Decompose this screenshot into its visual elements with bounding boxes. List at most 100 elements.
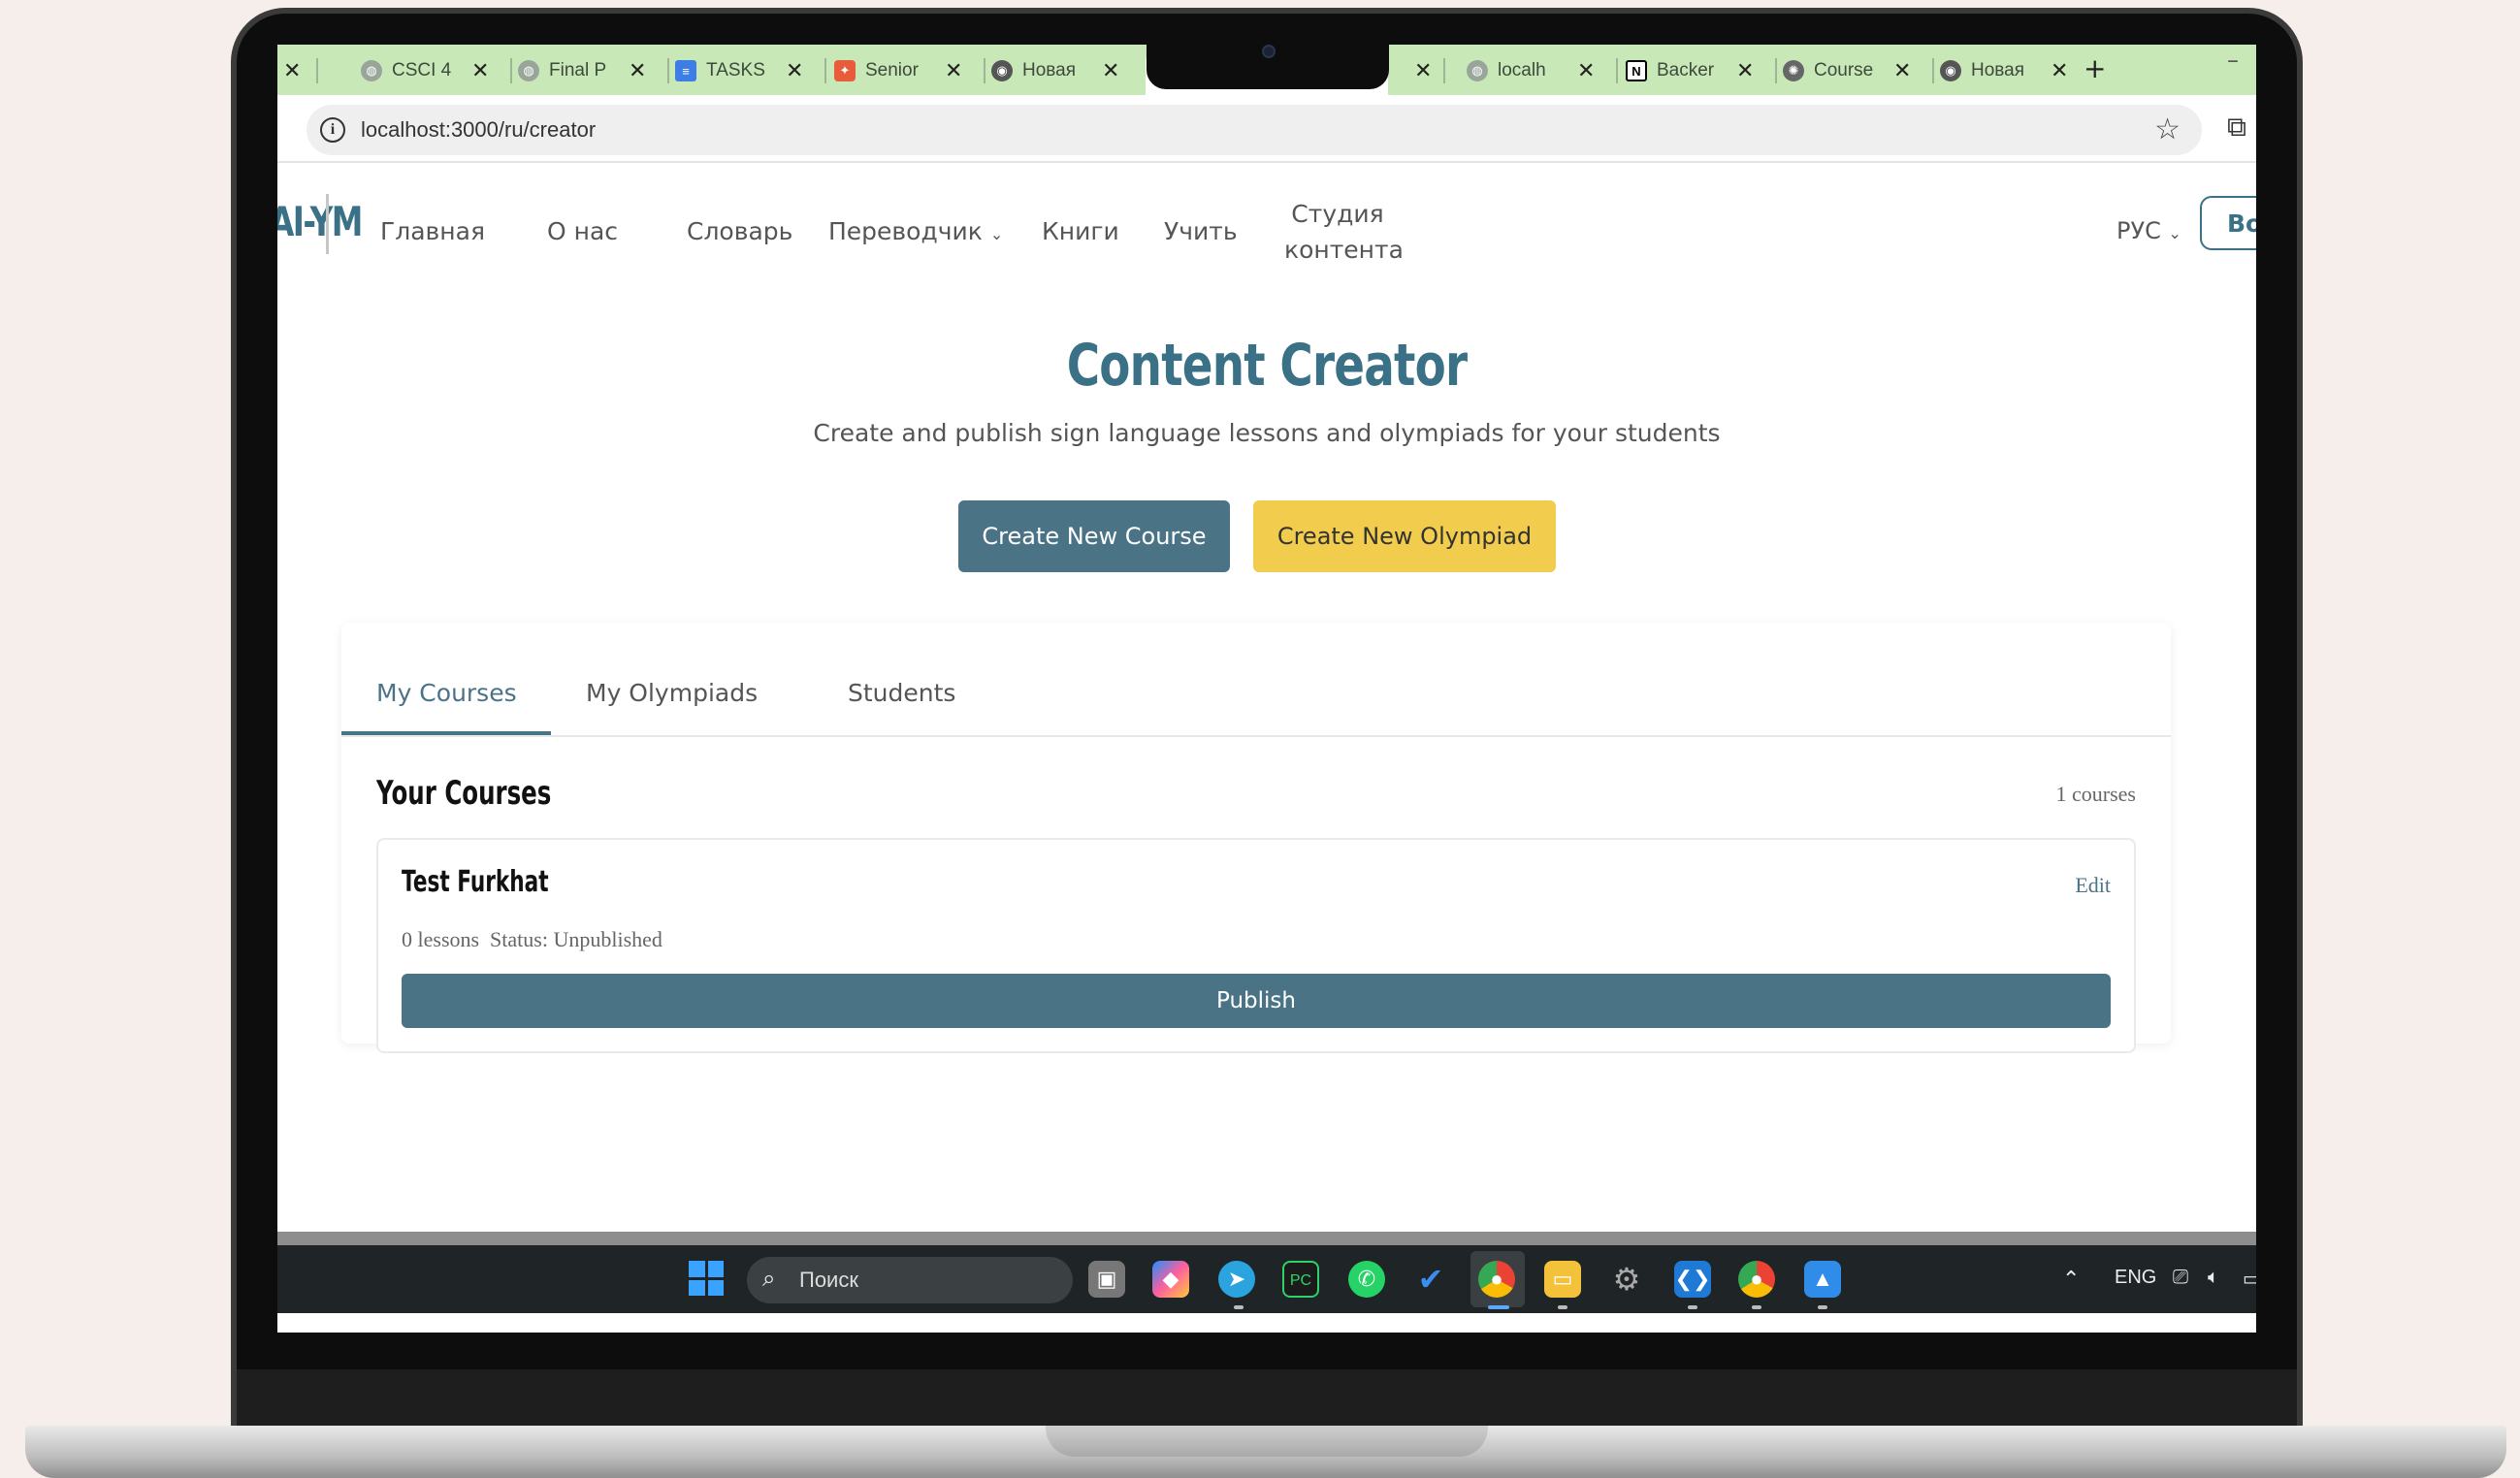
extensions-icon[interactable]: ⧉ (2227, 111, 2246, 144)
nav-about[interactable]: О нас (547, 217, 618, 245)
edit-course-link[interactable]: Edit (2075, 873, 2111, 898)
course-card: Test Furkhat Edit 0 lessons Status: Unpu… (376, 838, 2136, 1053)
tab-title: CSCI 4 (392, 60, 452, 80)
browser-tab[interactable]: ≡ TASKS ✕ (675, 52, 803, 89)
search-icon: ⌕ (762, 1265, 776, 1292)
logo-divider (326, 194, 329, 254)
pycharm-icon[interactable]: PC (1282, 1261, 1319, 1298)
new-tab-button[interactable]: + (2084, 52, 2106, 84)
tray-chevron-up-icon[interactable]: ⌃ (2062, 1267, 2080, 1292)
tab-separator (984, 58, 985, 83)
close-icon[interactable]: ✕ (629, 58, 646, 83)
tab-title: Новая (1022, 60, 1077, 80)
browser-tab[interactable]: ✕ (277, 52, 301, 89)
browser-tab[interactable]: ◍ Final P ✕ (518, 52, 646, 89)
url-text[interactable]: localhost:3000/ru/creator (361, 117, 596, 143)
browser-tab[interactable]: ✦ Senior ✕ (834, 52, 962, 89)
minimize-icon[interactable]: – (2227, 47, 2239, 74)
tab-my-courses[interactable]: My Courses (376, 679, 517, 707)
browser-tab[interactable]: N Backer ✕ (1626, 52, 1754, 89)
page-title: Content Creator (1066, 332, 1468, 400)
whatsapp-icon[interactable]: ✆ (1348, 1261, 1385, 1298)
browser-tab[interactable]: ✺ Course ✕ (1783, 52, 1911, 89)
browser-tab[interactable]: ✕ (1408, 52, 1432, 89)
browser-tab[interactable]: ◍ localh ✕ (1467, 52, 1595, 89)
tab-separator (1616, 58, 1618, 83)
create-olympiad-button[interactable]: Create New Olympiad (1253, 500, 1556, 572)
close-icon[interactable]: ✕ (1893, 58, 1911, 83)
laptop-bezel (237, 1369, 2297, 1433)
windows-start-icon[interactable] (689, 1261, 724, 1296)
photos-icon[interactable]: ▲ (1804, 1261, 1841, 1298)
volume-icon[interactable]: 🔈︎ (2208, 1267, 2219, 1289)
address-bar-row: i localhost:3000/ru/creator ☆ ⧉ (277, 95, 2256, 163)
tab-title: Final P (549, 60, 607, 80)
tab-separator (1443, 58, 1445, 83)
tab-separator (824, 58, 826, 83)
close-icon[interactable]: ✕ (1102, 58, 1119, 83)
bookmark-star-icon[interactable]: ☆ (2154, 112, 2181, 146)
creator-panel: My Courses My Olympiads Students Your Co… (341, 623, 2171, 1053)
publish-button[interactable]: Publish (402, 974, 2111, 1028)
close-icon[interactable]: ✕ (1577, 58, 1595, 83)
chrome-profile-icon[interactable]: ● (1738, 1261, 1775, 1298)
tab-students[interactable]: Students (848, 679, 955, 707)
close-icon[interactable]: ✕ (2051, 58, 2068, 83)
nav-translator[interactable]: Переводчик ⌄ (828, 217, 1003, 245)
todo-icon[interactable]: ✔ (1412, 1261, 1449, 1298)
nav-studio-line2: контента (1284, 236, 1404, 264)
close-icon[interactable]: ✕ (471, 58, 489, 83)
nav-translator-label: Переводчик (828, 217, 983, 245)
chrome-icon: ◉ (1940, 60, 1961, 81)
site-info-icon[interactable]: i (320, 117, 345, 143)
language-select[interactable]: РУС ⌄ (2116, 217, 2181, 244)
close-icon[interactable]: ✕ (283, 58, 301, 83)
settings-gear-icon[interactable]: ⚙ (1608, 1261, 1645, 1298)
battery-icon[interactable]: ▭ (2243, 1267, 2256, 1291)
tab-separator (667, 58, 669, 83)
tab-separator (316, 58, 318, 83)
create-course-button[interactable]: Create New Course (958, 500, 1230, 572)
network-icon[interactable]: ⎚ (2173, 1267, 2188, 1289)
nav-home[interactable]: Главная (380, 217, 485, 245)
page-subtitle: Create and publish sign language lessons… (813, 419, 1721, 447)
telegram-icon[interactable]: ➤ (1218, 1261, 1255, 1298)
taskbar-divider (277, 1232, 2256, 1245)
running-indicator (1558, 1305, 1567, 1309)
address-bar[interactable]: i localhost:3000/ru/creator ☆ (307, 105, 2202, 155)
running-indicator (1752, 1305, 1761, 1309)
browser-tab[interactable]: ◍ CSCI 4 ✕ (361, 52, 489, 89)
nav-dictionary[interactable]: Словарь (687, 217, 792, 245)
taskbar-search[interactable]: ⌕ Поиск (747, 1257, 1073, 1303)
panel-tabs: My Courses My Olympiads Students (341, 623, 2171, 737)
close-icon[interactable]: ✕ (786, 58, 803, 83)
running-indicator (1488, 1305, 1509, 1309)
task-view-icon[interactable]: ▣ (1088, 1261, 1125, 1298)
copilot-icon[interactable]: ◆ (1152, 1261, 1189, 1298)
chevron-down-icon: ⌄ (989, 225, 1004, 243)
site-logo[interactable]: AI-YM (277, 198, 363, 245)
browser-tab[interactable]: ◉ Новая ✕ (991, 52, 1119, 89)
nav-content-studio[interactable]: Студия контента (1284, 196, 1404, 268)
nav-studio-line1: Студия (1291, 200, 1384, 228)
vscode-icon[interactable]: ❮❯ (1674, 1261, 1711, 1298)
file-explorer-icon[interactable]: ▭ (1544, 1261, 1581, 1298)
tab-my-olympiads[interactable]: My Olympiads (586, 679, 758, 707)
nav-learn[interactable]: Учить (1164, 217, 1238, 245)
close-icon[interactable]: ✕ (945, 58, 962, 83)
chrome-icon[interactable]: ● (1478, 1261, 1515, 1298)
browser-tab[interactable]: ◉ Новая ✕ (1940, 52, 2068, 89)
course-meta: 0 lessons Status: Unpublished (402, 927, 662, 951)
docs-icon: ≡ (675, 60, 696, 81)
chevron-down-icon: ⌄ (2168, 224, 2181, 242)
tab-separator (1775, 58, 1777, 83)
login-button[interactable]: Во (2200, 196, 2256, 250)
language-label: РУС (2116, 217, 2161, 244)
figma-icon: ✦ (834, 60, 856, 81)
input-language[interactable]: ENG (2115, 1267, 2156, 1289)
close-icon[interactable]: ✕ (1414, 58, 1432, 83)
browser-window: ✕ ◍ CSCI 4 ✕ ◍ Final P ✕ ≡ TASKS ✕ ✦ Sen… (277, 45, 2256, 1333)
laptop-base-notch (1046, 1426, 1488, 1457)
close-icon[interactable]: ✕ (1736, 58, 1754, 83)
nav-books[interactable]: Книги (1042, 217, 1119, 245)
